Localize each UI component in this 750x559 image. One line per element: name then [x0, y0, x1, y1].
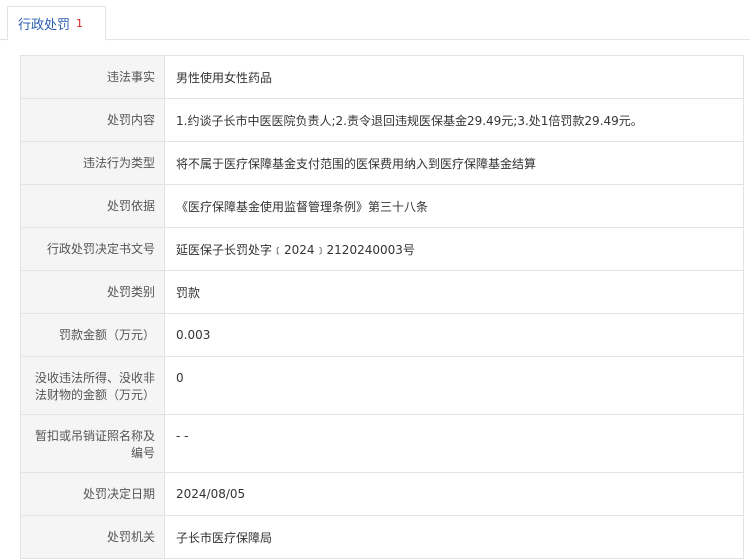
penalty-detail-table: 违法事实 男性使用女性药品 处罚内容 1.约谈子长市中医医院负责人;2.责令退回… [20, 55, 744, 559]
row-label: 暂扣或吊销证照名称及编号 [20, 414, 165, 473]
table-row-penalty-content: 处罚内容 1.约谈子长市中医医院负责人;2.责令退回违规医保基金29.49元;3… [20, 98, 744, 142]
row-value: 《医疗保障基金使用监督管理条例》第三十八条 [164, 184, 744, 228]
tab-label: 行政处罚 [18, 18, 71, 33]
table-row-confiscation-amount: 没收违法所得、没收非法财物的金额（万元） 0 [20, 356, 744, 415]
tab-count-badge: 1 [76, 17, 84, 30]
table-row-license-suspension: 暂扣或吊销证照名称及编号 - - [20, 414, 744, 473]
row-label: 处罚机关 [20, 515, 165, 559]
row-label: 处罚内容 [20, 98, 165, 142]
row-label: 违法事实 [20, 55, 165, 99]
row-label: 违法行为类型 [20, 141, 165, 185]
table-row-penalty-category: 处罚类别 罚款 [20, 270, 744, 314]
row-value: 子长市医疗保障局 [164, 515, 744, 559]
table-row-penalty-basis: 处罚依据 《医疗保障基金使用监督管理条例》第三十八条 [20, 184, 744, 228]
table-row-penalty-authority: 处罚机关 子长市医疗保障局 [20, 515, 744, 559]
row-label: 处罚依据 [20, 184, 165, 228]
table-row-fine-amount: 罚款金额（万元） 0.003 [20, 313, 744, 357]
row-label: 处罚类别 [20, 270, 165, 314]
table-row-decision-date: 处罚决定日期 2024/08/05 [20, 472, 744, 516]
row-label: 行政处罚决定书文号 [20, 227, 165, 271]
row-label: 处罚决定日期 [20, 472, 165, 516]
row-label: 罚款金额（万元） [20, 313, 165, 357]
row-value: 0 [164, 356, 744, 415]
row-value: 罚款 [164, 270, 744, 314]
row-value: 0.003 [164, 313, 744, 357]
tab-administrative-penalty[interactable]: 行政处罚 1 [7, 6, 106, 41]
row-label: 没收违法所得、没收非法财物的金额（万元） [20, 356, 165, 415]
row-value: 2024/08/05 [164, 472, 744, 516]
tab-bar: 行政处罚 1 [0, 0, 750, 41]
table-row-violation-fact: 违法事实 男性使用女性药品 [20, 55, 744, 99]
table-row-decision-number: 行政处罚决定书文号 延医保子长罚处字﹝2024﹞2120240003号 [20, 227, 744, 271]
row-value: 将不属于医疗保障基金支付范围的医保费用纳入到医疗保障基金结算 [164, 141, 744, 185]
table-row-violation-type: 违法行为类型 将不属于医疗保障基金支付范围的医保费用纳入到医疗保障基金结算 [20, 141, 744, 185]
row-value: 延医保子长罚处字﹝2024﹞2120240003号 [164, 227, 744, 271]
row-value: - - [164, 414, 744, 473]
row-value: 男性使用女性药品 [164, 55, 744, 99]
row-value: 1.约谈子长市中医医院负责人;2.责令退回违规医保基金29.49元;3.处1倍罚… [164, 98, 744, 142]
